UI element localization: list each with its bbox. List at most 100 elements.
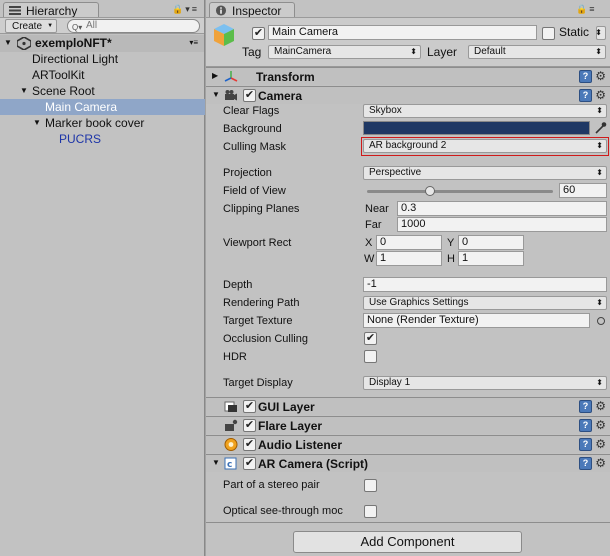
viewport-h-field[interactable]: 1 (458, 251, 524, 266)
fov-label: Field of View (223, 185, 286, 197)
expand-arrow-icon[interactable]: ▼ (212, 458, 220, 467)
optical-see-through-label: Optical see-through moc (223, 505, 343, 517)
far-field[interactable]: 1000 (397, 217, 607, 232)
camera-title: Camera (258, 89, 303, 103)
hierarchy-tab[interactable]: Hierarchy (3, 2, 99, 18)
hdr-label: HDR (223, 351, 247, 363)
clear-flags-dropdown[interactable]: Skybox (363, 104, 607, 118)
hdr-checkbox[interactable] (364, 350, 377, 363)
active-checkbox[interactable]: ✔ (252, 27, 265, 40)
inspector-tab-label: Inspector (232, 4, 282, 18)
flare-layer-icon (225, 419, 238, 431)
help-book-icon[interactable]: ? (579, 438, 592, 451)
transform-header[interactable]: ▶ Transform ? ⚙ (206, 67, 610, 85)
layer-label: Layer (427, 45, 458, 59)
static-checkbox[interactable] (542, 27, 555, 40)
collapse-arrow-icon[interactable]: ▶ (212, 71, 218, 80)
item-label: ARToolKit (32, 68, 85, 82)
fov-value-field[interactable]: 60 (559, 183, 607, 198)
help-book-icon[interactable]: ? (579, 419, 592, 432)
optical-see-through-checkbox[interactable] (364, 505, 377, 518)
viewport-w-field[interactable]: 1 (376, 251, 442, 266)
projection-label: Projection (223, 167, 272, 179)
stereo-pair-checkbox[interactable] (364, 479, 377, 492)
audio-listener-checkbox[interactable]: ✔ (243, 438, 256, 451)
layer-dropdown[interactable]: Default (468, 45, 606, 59)
hierarchy-item-pucrs[interactable]: PUCRS (59, 131, 101, 147)
scene-menu-icon[interactable]: ▾≡ (189, 38, 198, 47)
target-display-dropdown[interactable]: Display 1 (363, 376, 607, 390)
hierarchy-item-directional-light[interactable]: Directional Light (32, 51, 118, 67)
depth-label: Depth (223, 279, 253, 291)
hierarchy-panel: Hierarchy 🔒▾≡ Create Q▾ All ▼ exemploNFT… (0, 0, 205, 556)
expand-arrow-icon[interactable]: ▼ (33, 115, 41, 131)
gui-layer-title: GUI Layer (258, 400, 315, 414)
tag-dropdown[interactable]: MainCamera (268, 45, 421, 59)
create-button[interactable]: Create (5, 19, 58, 33)
gear-icon[interactable]: ⚙ (595, 456, 606, 470)
expand-arrow-icon[interactable]: ▼ (212, 90, 220, 99)
projection-dropdown[interactable]: Perspective (363, 166, 607, 180)
script-icon: c (224, 457, 237, 470)
ar-camera-title: AR Camera (Script) (258, 457, 369, 471)
viewport-x-field[interactable]: 0 (376, 235, 442, 250)
gear-icon[interactable]: ⚙ (595, 437, 606, 451)
search-placeholder: All (86, 20, 98, 31)
rendering-path-dropdown[interactable]: Use Graphics Settings (363, 296, 607, 310)
eyedropper-icon[interactable] (594, 121, 607, 135)
gui-layer-checkbox[interactable]: ✔ (243, 400, 256, 413)
gui-layer-icon (224, 401, 237, 412)
hierarchy-item-artoolkit[interactable]: ARToolKit (32, 67, 84, 83)
hierarchy-item-scene-root[interactable]: ▼ Scene Root (20, 83, 95, 99)
inspector-tab[interactable]: Inspector (209, 2, 295, 18)
item-label: PUCRS (59, 132, 102, 146)
hierarchy-item-marker-book-cover[interactable]: ▼ Marker book cover (33, 115, 144, 131)
ar-camera-checkbox[interactable]: ✔ (243, 457, 256, 470)
hierarchy-toolbar: Create Q▾ All (0, 17, 204, 34)
help-book-icon[interactable]: ? (579, 89, 592, 102)
expand-arrow-icon[interactable]: ▼ (4, 38, 12, 47)
object-picker-icon[interactable] (597, 317, 605, 325)
viewport-rect-label: Viewport Rect (223, 237, 292, 249)
object-name-field[interactable]: Main Camera (268, 25, 537, 40)
near-field[interactable]: 0.3 (397, 201, 607, 216)
occlusion-culling-label: Occlusion Culling (223, 333, 308, 345)
hierarchy-lock-menu[interactable]: 🔒▾≡ (172, 4, 199, 15)
gear-icon[interactable]: ⚙ (595, 88, 606, 102)
fov-slider-thumb[interactable] (425, 186, 436, 196)
occlusion-culling-checkbox[interactable]: ✔ (364, 332, 377, 345)
help-book-icon[interactable]: ? (579, 70, 592, 83)
background-color-swatch[interactable] (363, 121, 590, 135)
viewport-y-field[interactable]: 0 (458, 235, 524, 250)
add-component-button[interactable]: Add Component (293, 531, 522, 553)
unity-logo-icon (17, 37, 31, 50)
help-book-icon[interactable]: ? (579, 457, 592, 470)
gear-icon[interactable]: ⚙ (595, 418, 606, 432)
expand-arrow-icon[interactable]: ▼ (20, 83, 28, 99)
help-book-icon[interactable]: ? (579, 400, 592, 413)
camera-enabled-checkbox[interactable]: ✔ (243, 89, 256, 102)
fov-slider-track[interactable] (367, 190, 553, 193)
target-texture-field[interactable]: None (Render Texture) (363, 313, 590, 328)
audio-listener-title: Audio Listener (258, 438, 343, 452)
flare-layer-header[interactable]: ✔ Flare Layer ? ⚙ (206, 416, 610, 434)
static-label: Static (559, 25, 590, 39)
gui-layer-header[interactable]: ✔ GUI Layer ? ⚙ (206, 397, 610, 415)
inspector-lock-menu[interactable]: 🔒≡ (576, 4, 596, 15)
svg-text:c: c (227, 460, 232, 470)
clear-flags-label: Clear Flags (223, 105, 280, 117)
ar-camera-header[interactable]: ▼ c ✔ AR Camera (Script) ? ⚙ (206, 454, 610, 472)
gear-icon[interactable]: ⚙ (595, 69, 606, 83)
inspector-panel: Inspector 🔒≡ ✔ Main Camera Static Tag Ma… (206, 0, 610, 556)
search-input[interactable]: Q▾ All (67, 19, 200, 33)
static-dropdown[interactable] (595, 26, 606, 40)
flare-layer-title: Flare Layer (258, 419, 323, 433)
gear-icon[interactable]: ⚙ (595, 399, 606, 413)
culling-mask-dropdown[interactable]: AR background 2 (363, 139, 607, 153)
flare-layer-checkbox[interactable]: ✔ (243, 419, 256, 432)
depth-field[interactable]: -1 (363, 277, 607, 292)
audio-listener-header[interactable]: ✔ Audio Listener ? ⚙ (206, 435, 610, 453)
scene-row[interactable]: ▼ exemploNFT* ▾≡ (0, 35, 204, 52)
camera-header[interactable]: ▼ ✔ Camera ? ⚙ (206, 86, 610, 104)
hierarchy-item-main-camera[interactable]: Main Camera (0, 99, 205, 115)
